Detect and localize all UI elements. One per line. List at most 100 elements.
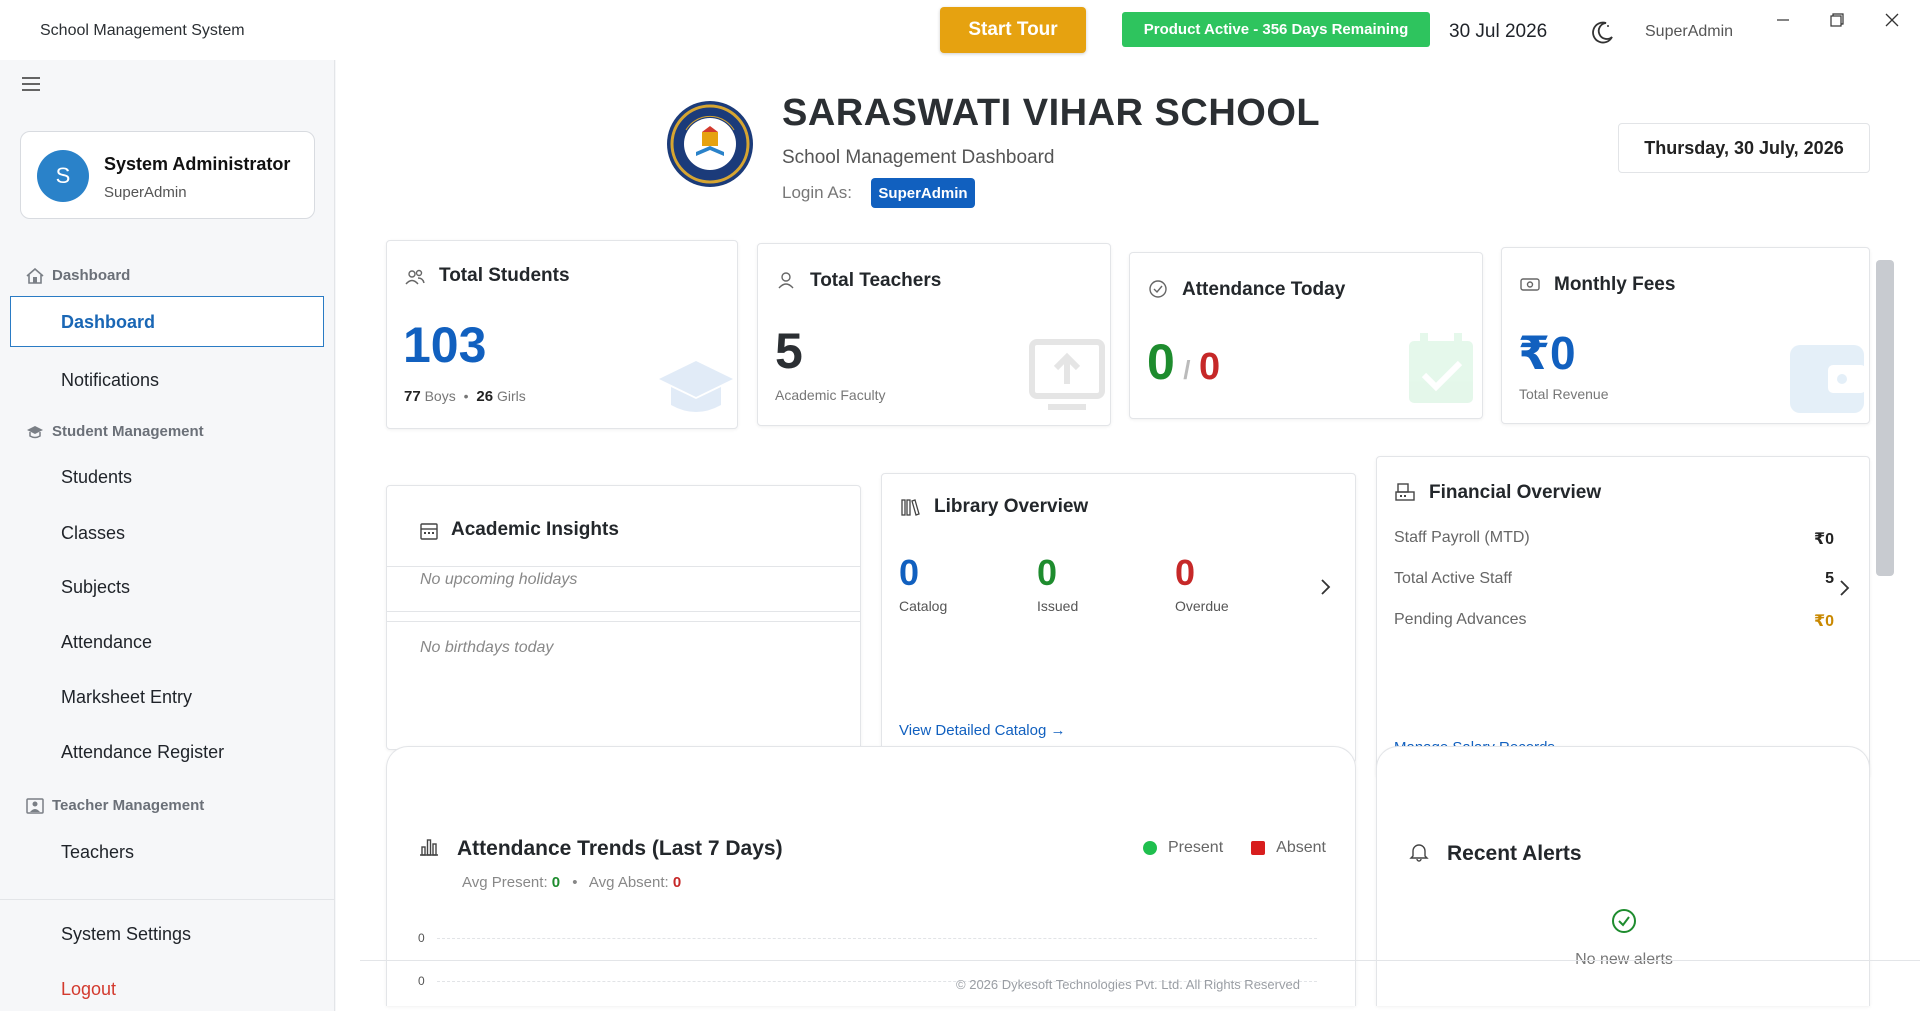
fees-value: ₹0 xyxy=(1518,327,1576,379)
avg-present-label: Avg Present: xyxy=(462,874,548,891)
books-icon xyxy=(901,499,920,516)
students-breakdown: 77 Boys • 26 Girls xyxy=(404,388,526,405)
presentation-bg-icon xyxy=(1029,339,1105,410)
financial-overview-card: Financial Overview Staff Payroll (MTD) ₹… xyxy=(1376,456,1870,778)
sidebar-item-marksheet[interactable]: Marksheet Entry xyxy=(61,687,192,708)
card-title: Monthly Fees xyxy=(1554,274,1676,295)
chevron-right-icon[interactable] xyxy=(1838,579,1850,597)
check-circle-icon xyxy=(1612,909,1636,933)
section-student-management: Student Management xyxy=(26,423,204,440)
active-staff-label: Total Active Staff xyxy=(1394,570,1512,587)
graduation-cap-bg-icon xyxy=(659,361,733,412)
avg-present-value: 0 xyxy=(551,874,561,891)
academic-insights-card: Academic Insights No upcoming holidays N… xyxy=(386,485,861,750)
cash-register-icon xyxy=(1395,483,1415,501)
license-status-badge: Product Active - 356 Days Remaining xyxy=(1122,12,1430,47)
boys-count: 77 xyxy=(404,388,421,405)
hamburger-menu-icon[interactable] xyxy=(22,77,40,91)
close-button[interactable] xyxy=(1878,8,1906,32)
teachers-value: 5 xyxy=(775,323,803,379)
avg-absent-label: Avg Absent: xyxy=(588,874,669,891)
minimize-button[interactable] xyxy=(1769,8,1797,32)
present-today: 0 xyxy=(1147,334,1175,390)
advances-row: Pending Advances ₹0 xyxy=(1394,611,1834,630)
sidebar-item-attendance[interactable]: Attendance xyxy=(61,632,152,653)
divider xyxy=(387,621,860,622)
profile-role: SuperAdmin xyxy=(104,184,187,201)
advances-value: ₹0 xyxy=(1813,613,1834,630)
sidebar-item-subjects[interactable]: Subjects xyxy=(61,577,130,598)
girls-count: 26 xyxy=(476,388,494,405)
top-date: 30 Jul 2026 xyxy=(1449,21,1548,42)
title-bar: School Management System Start Tour Prod… xyxy=(0,0,1920,60)
divider xyxy=(387,566,860,567)
active-staff-value: 5 xyxy=(1825,570,1834,587)
girls-label: Girls xyxy=(496,388,526,404)
money-icon xyxy=(1520,278,1540,291)
sidebar-item-label: Dashboard xyxy=(61,312,156,332)
fees-sub: Total Revenue xyxy=(1519,386,1609,402)
total-students-card[interactable]: Total Students 103 77 Boys • 26 Girls xyxy=(386,240,738,429)
full-date-card: Thursday, 30 July, 2026 xyxy=(1618,123,1870,173)
school-logo xyxy=(667,101,753,187)
students-value: 103 xyxy=(403,317,487,373)
issued-value: 0 xyxy=(1037,552,1058,593)
avg-separator: • xyxy=(572,874,578,891)
footer-divider xyxy=(360,960,1920,961)
login-as-label: Login As: xyxy=(782,183,852,202)
calendar-check-bg-icon xyxy=(1409,333,1473,403)
app-title: School Management System xyxy=(40,22,245,39)
sidebar-item-students[interactable]: Students xyxy=(61,467,132,488)
overdue-label: Overdue xyxy=(1175,598,1229,614)
school-name: SARASWATI VIHAR SCHOOL xyxy=(782,92,1321,134)
card-title: Library Overview xyxy=(934,496,1089,517)
sidebar-item-attendance-register[interactable]: Attendance Register xyxy=(61,742,224,763)
legend-absent-square xyxy=(1251,841,1266,855)
restore-button[interactable] xyxy=(1823,8,1851,32)
absent-today: 0 xyxy=(1198,346,1221,388)
total-teachers-card[interactable]: Total Teachers 5 Academic Faculty xyxy=(757,243,1111,426)
recent-alerts-card: Recent Alerts No new alerts xyxy=(1376,746,1870,1006)
divider xyxy=(387,611,860,612)
sidebar-item-dashboard[interactable]: Dashboard xyxy=(10,296,324,347)
profile-name: System Administrator xyxy=(104,154,291,174)
teacher-icon xyxy=(26,797,44,814)
issued-stat: 0 Issued xyxy=(1037,552,1078,614)
section-dashboard: Dashboard xyxy=(26,267,130,284)
catalog-label: Catalog xyxy=(899,598,948,614)
card-title: Recent Alerts xyxy=(1447,842,1582,865)
sidebar-item-classes[interactable]: Classes xyxy=(61,523,125,544)
birthdays-empty: No birthdays today xyxy=(420,639,554,656)
teachers-sub: Academic Faculty xyxy=(775,387,886,403)
home-icon xyxy=(26,267,44,284)
gridline xyxy=(437,938,1317,939)
separator: • xyxy=(463,388,469,404)
attendance-today-card[interactable]: Attendance Today 0 / 0 xyxy=(1129,252,1483,419)
section-dashboard-label: Dashboard xyxy=(52,267,131,284)
moon-icon[interactable] xyxy=(1590,19,1616,45)
payroll-label: Staff Payroll (MTD) xyxy=(1394,529,1530,546)
avg-absent-value: 0 xyxy=(672,874,682,891)
calendar-icon xyxy=(420,523,438,540)
sidebar: S System Administrator SuperAdmin Dashbo… xyxy=(0,60,335,1011)
legend-absent-label: Absent xyxy=(1276,839,1326,856)
sidebar-item-logout[interactable]: Logout xyxy=(61,979,116,1000)
sidebar-item-notifications[interactable]: Notifications xyxy=(61,370,159,391)
holidays-empty: No upcoming holidays xyxy=(420,571,578,588)
section-student-label: Student Management xyxy=(52,423,204,440)
catalog-value: 0 xyxy=(899,552,920,593)
chevron-right-icon[interactable] xyxy=(1319,578,1331,596)
profile-card[interactable]: S System Administrator SuperAdmin xyxy=(20,131,315,219)
card-title: Financial Overview xyxy=(1429,482,1602,503)
card-title: Total Students xyxy=(439,265,570,286)
view-catalog-link[interactable]: View Detailed Catalog → xyxy=(899,722,1065,739)
top-user[interactable]: SuperAdmin xyxy=(1645,23,1733,41)
start-tour-button[interactable]: Start Tour xyxy=(940,7,1086,53)
scrollbar[interactable] xyxy=(1876,260,1894,576)
y-tick-label: 0 xyxy=(418,931,425,945)
monthly-fees-card[interactable]: Monthly Fees ₹0 Total Revenue xyxy=(1501,247,1870,424)
sidebar-item-teachers[interactable]: Teachers xyxy=(61,842,134,863)
user-icon xyxy=(778,272,794,289)
sidebar-item-settings[interactable]: System Settings xyxy=(61,924,191,945)
footer: © 2026 Dykesoft Technologies Pvt. Ltd. A… xyxy=(956,977,1300,992)
